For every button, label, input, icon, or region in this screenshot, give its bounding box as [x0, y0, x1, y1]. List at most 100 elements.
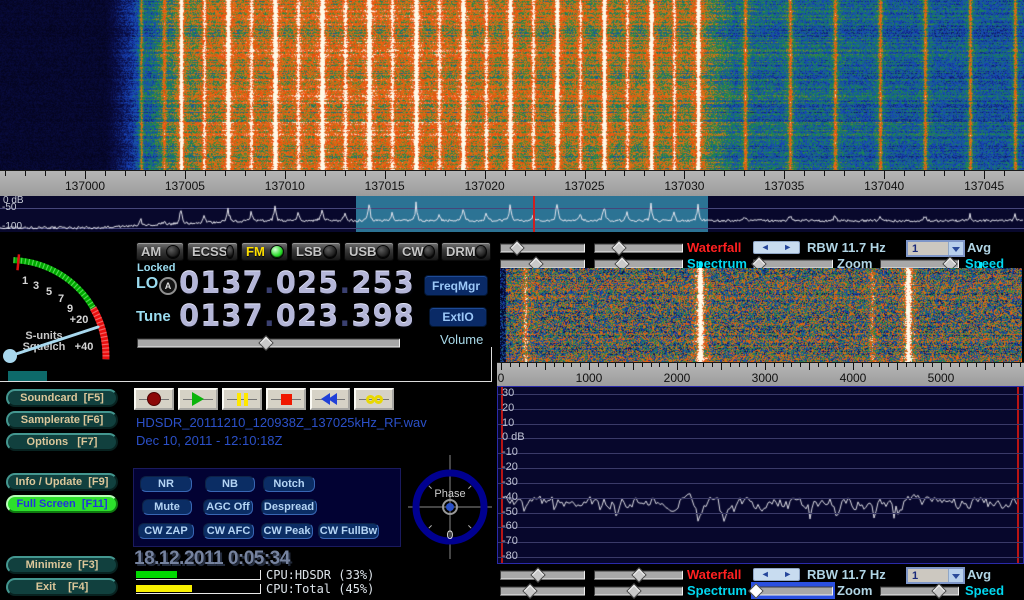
af-spectrum-display[interactable]: 3020100 dB-10-20-30-40-50-60-70-80 — [497, 386, 1024, 564]
rf-frequency-ruler[interactable]: 1370001370051370101370151370201370251370… — [0, 170, 1024, 197]
af-waterfall-display[interactable] — [500, 268, 1022, 362]
speed-slider[interactable] — [880, 584, 959, 597]
mode-led-icon — [227, 246, 233, 258]
dropdown-chevron-icon[interactable] — [948, 242, 963, 255]
mode-label: USB — [349, 244, 376, 259]
filter-edge-marker[interactable] — [1017, 387, 1019, 563]
ruler-tick — [835, 363, 836, 367]
ruler-tick — [809, 363, 810, 370]
mode-label: AM — [141, 244, 161, 259]
cw-zap-button[interactable]: CW ZAP — [138, 523, 194, 539]
rf-spectrum-display[interactable]: 0 dB -50 -100 — [0, 196, 1024, 232]
ruler-tick — [853, 363, 854, 370]
extio-button[interactable]: ExtIO — [429, 307, 487, 327]
stop-button[interactable] — [266, 388, 306, 410]
ruler-tick — [704, 171, 705, 176]
mode-button-fm[interactable]: FM — [241, 242, 288, 261]
ruler-tick — [25, 171, 26, 176]
ruler-tick — [563, 363, 564, 367]
pause-button[interactable] — [222, 388, 262, 410]
rewind-button[interactable] — [310, 388, 350, 410]
despread-button[interactable]: Despread — [261, 499, 317, 515]
scroll-left-icon[interactable]: ◄ — [761, 243, 770, 252]
waterfall-label[interactable]: Waterfall — [687, 567, 741, 582]
rf-waterfall-display[interactable] — [0, 0, 1024, 170]
ruler-tick — [730, 363, 731, 367]
scroll-left-icon[interactable]: ◄ — [761, 570, 770, 579]
freqmgr-button[interactable]: FreqMgr — [424, 275, 488, 296]
volume-slider[interactable] — [137, 336, 400, 349]
avg-dropdown[interactable]: 1 — [906, 567, 965, 584]
samplerate-button[interactable]: Samplerate [F6] — [6, 411, 118, 429]
ruler-tick — [774, 363, 775, 367]
cw-afc-button[interactable]: CW AFC — [203, 523, 254, 539]
tune-frequency-display[interactable]: 0137.023.398 — [179, 299, 415, 333]
lo-frequency-display[interactable]: 0137.025.253 — [179, 266, 415, 300]
ruler-tick — [501, 363, 502, 370]
squelch-level-bar[interactable] — [8, 371, 47, 381]
af-gridline — [498, 527, 1023, 528]
ruler-tick — [285, 171, 286, 179]
mode-button-drm[interactable]: DRM — [441, 242, 491, 261]
ruler-tick — [686, 363, 687, 367]
ruler-tick — [345, 171, 346, 176]
af-spectrum-controls: Waterfall ◄ ► RBW 11.7 Hz 1 Avg Spectrum… — [497, 567, 1024, 599]
ruler-tick — [862, 363, 863, 367]
ruler-label: 0 — [498, 371, 505, 385]
minimize-button[interactable]: Minimize [F3] — [6, 556, 118, 574]
spectrum-label[interactable]: Spectrum — [687, 583, 747, 598]
ruler-label: 1000 — [576, 371, 603, 385]
mode-button-am[interactable]: AM — [136, 242, 184, 261]
spectrum-range-slider[interactable] — [594, 584, 683, 597]
waterfall-contrast-slider[interactable] — [594, 568, 683, 581]
af-gridline — [498, 557, 1023, 558]
ruler-tick — [527, 363, 528, 367]
waterfall-scrollbar[interactable]: ◄ ► — [753, 568, 800, 581]
agc-button[interactable]: AGC Off — [203, 499, 253, 515]
scroll-right-icon[interactable]: ► — [783, 570, 792, 579]
notch-button[interactable]: Notch — [263, 476, 315, 492]
play-button[interactable] — [178, 388, 218, 410]
nb-button[interactable]: NB — [205, 476, 255, 492]
loop-button[interactable] — [354, 388, 394, 410]
lo-auto-badge[interactable]: A — [159, 277, 177, 295]
mute-button[interactable]: Mute — [142, 499, 192, 515]
fullscreen-button[interactable]: Full Screen [F11] — [6, 495, 118, 513]
waterfall-brightness-slider[interactable] — [500, 568, 585, 581]
cw-peak-button[interactable]: CW Peak — [261, 523, 313, 539]
squelch-marker[interactable] — [18, 254, 20, 270]
waterfall-label[interactable]: Waterfall — [687, 240, 741, 255]
ruler-label: 137045 — [964, 179, 1004, 193]
mode-button-lsb[interactable]: LSB — [291, 242, 341, 261]
cw-fullbw-button[interactable]: CW FullBw — [318, 523, 379, 539]
ruler-tick — [967, 363, 968, 367]
avg-dropdown[interactable]: 1 — [906, 240, 965, 257]
mode-button-ecss[interactable]: ECSS — [187, 242, 238, 261]
nr-button[interactable]: NR — [140, 476, 192, 492]
phase-value: 0 — [447, 528, 454, 542]
mode-button-cw[interactable]: CW — [397, 242, 439, 261]
dropdown-chevron-icon[interactable] — [948, 569, 963, 582]
ruler-label: 3000 — [752, 371, 779, 385]
ruler-tick — [185, 171, 186, 179]
exit-button[interactable]: Exit [F4] — [6, 578, 118, 596]
ruler-tick — [405, 171, 406, 176]
zoom-slider[interactable] — [753, 584, 833, 597]
af-frequency-ruler[interactable]: 010002000300040005000 — [497, 362, 1024, 387]
waterfall-contrast-slider[interactable] — [594, 241, 683, 254]
af-gridline — [498, 424, 1023, 425]
soundcard-button[interactable]: Soundcard [F5] — [6, 389, 118, 407]
ruler-tick — [633, 363, 634, 370]
waterfall-brightness-slider[interactable] — [500, 241, 585, 254]
info-update-button[interactable]: Info / Update [F9] — [6, 473, 118, 491]
waterfall-scrollbar[interactable]: ◄ ► — [753, 241, 800, 254]
options-button[interactable]: Options [F7] — [6, 433, 118, 451]
record-button[interactable] — [134, 388, 174, 410]
mode-button-usb[interactable]: USB — [344, 242, 394, 261]
avg-dropdown-value: 1 — [908, 243, 948, 255]
ruler-tick — [950, 363, 951, 367]
ruler-tick — [804, 171, 805, 176]
scroll-right-icon[interactable]: ► — [783, 243, 792, 252]
ruler-label: 5000 — [928, 371, 955, 385]
spectrum-ref-slider[interactable] — [500, 584, 585, 597]
